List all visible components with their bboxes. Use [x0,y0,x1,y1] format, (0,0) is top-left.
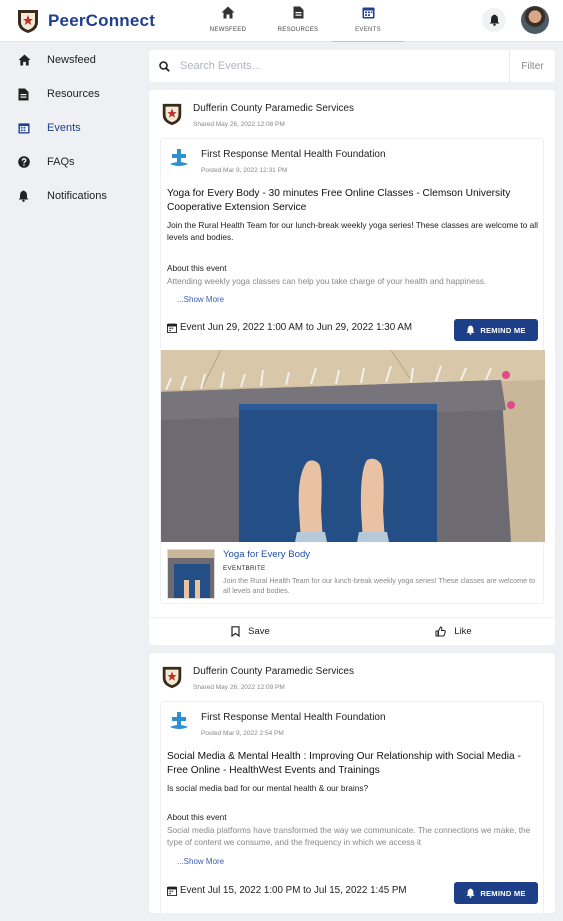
event-time-text: Event Jun 29, 2022 1:00 AM to Jun 29, 20… [180,322,413,333]
shared-date: Shared May 26, 2022 12:08 PM [193,121,285,128]
bookmark-icon [231,626,240,637]
home-icon [221,6,235,19]
sidebar-item-label: Resources [47,88,100,100]
event-time: Event Jul 15, 2022 1:00 PM to Jul 15, 20… [167,885,407,896]
search-input[interactable]: Search Events... [180,60,509,72]
remind-me-button[interactable]: REMIND ME [454,319,538,341]
shared-event-card: First Response Mental Health Foundation … [160,138,545,604]
link-source: EVENTBRITE [223,565,266,572]
home-icon [18,54,31,66]
calendar-icon [167,323,177,333]
save-button[interactable]: Save [149,618,352,645]
brand[interactable]: PeerConnect [16,8,155,34]
foundation-logo-icon [170,712,188,729]
avatar[interactable] [521,6,549,34]
calendar-icon [167,886,177,896]
event-image[interactable] [161,350,545,542]
event-time-text: Event Jul 15, 2022 1:00 PM to Jul 15, 20… [180,885,407,896]
post-actions: Save Like [149,617,555,645]
link-title[interactable]: Yoga for Every Body [223,549,310,560]
link-preview[interactable]: Yoga for Every Body EVENTBRITE Join the … [167,549,543,601]
bell-icon [489,14,499,26]
save-label: Save [248,626,270,637]
sidebar-item-newsfeed[interactable]: Newsfeed [0,43,140,77]
event-title[interactable]: Yoga for Every Body - 30 minutes Free On… [167,187,541,215]
tab-newsfeed-label: NEWSFEED [209,27,247,33]
like-button[interactable]: Like [352,618,555,645]
document-icon [18,88,29,100]
thumbs-up-icon [435,626,447,637]
search-bar: Search Events... Filter [149,50,555,82]
poster-name[interactable]: Dufferin County Paramedic Services [193,666,354,677]
event-description: Is social media bad for our mental healt… [167,783,369,793]
sidebar-item-events[interactable]: Events [0,111,140,145]
sidebar: Newsfeed Resources Events FAQs Notificat… [0,43,140,213]
paramedic-logo-icon [162,103,182,126]
sidebar-item-notifications[interactable]: Notifications [0,179,140,213]
shared-date: Shared May 26, 2022 12:09 PM [193,684,285,691]
document-icon [293,6,303,19]
tab-newsfeed[interactable]: NEWSFEED [198,6,258,33]
calendar-icon [18,123,30,134]
top-bar: PeerConnect NEWSFEED RESOURCES EVENTS [0,0,563,42]
remind-me-label: REMIND ME [480,888,526,898]
remind-me-button[interactable]: REMIND ME [454,882,538,904]
sidebar-item-label: Newsfeed [47,54,96,66]
notifications-button[interactable] [482,8,506,32]
tab-resources[interactable]: RESOURCES [268,6,328,33]
filter-button[interactable]: Filter [509,50,555,82]
show-more-link[interactable]: ...Show More [177,295,224,304]
tab-events[interactable]: EVENTS [332,6,404,42]
bell-icon [466,888,475,898]
posted-date: Posted Mar 9, 2022 12:31 PM [201,167,288,174]
shield-logo-icon [18,10,38,33]
yoga-photo [161,350,545,542]
about-heading: About this event [167,263,227,273]
calendar-icon [362,7,374,19]
sidebar-item-faqs[interactable]: FAQs [0,145,140,179]
about-text: Social media platforms have transformed … [167,825,531,847]
posted-date: Posted Mar 9, 2022 2:54 PM [201,730,284,737]
link-description: Join the Rural Health Team for our lunch… [223,576,536,595]
event-description: Join the Rural Health Team for our lunch… [167,220,538,242]
tab-resources-label: RESOURCES [277,27,319,33]
remind-me-label: REMIND ME [480,325,526,335]
event-title[interactable]: Social Media & Mental Health : Improving… [167,750,541,778]
poster-name[interactable]: Dufferin County Paramedic Services [193,103,354,114]
bell-icon [18,190,29,202]
about-heading: About this event [167,812,227,822]
bell-icon [466,325,475,335]
paramedic-logo-icon [162,666,182,689]
tab-events-label: EVENTS [355,27,381,33]
foundation-logo-icon [170,149,188,166]
event-time: Event Jun 29, 2022 1:00 AM to Jun 29, 20… [167,322,412,333]
like-label: Like [454,626,472,637]
app-name: PeerConnect [48,11,156,30]
foundation-name[interactable]: First Response Mental Health Foundation [201,149,386,160]
show-more-link[interactable]: ...Show More [177,857,224,866]
about-text: Attending weekly yoga classes can help y… [167,276,487,286]
link-thumbnail [167,549,215,599]
sidebar-item-label: Events [47,122,81,134]
sidebar-item-resources[interactable]: Resources [0,77,140,111]
question-circle-icon [18,156,30,168]
search-icon [159,60,170,72]
shared-event-card: First Response Mental Health Foundation … [160,701,544,921]
sidebar-item-label: Notifications [47,190,107,202]
sidebar-item-label: FAQs [47,156,75,168]
event-post: Dufferin County Paramedic Services Share… [149,653,555,921]
event-post: Dufferin County Paramedic Services Share… [149,90,555,645]
foundation-name[interactable]: First Response Mental Health Foundation [201,712,386,723]
